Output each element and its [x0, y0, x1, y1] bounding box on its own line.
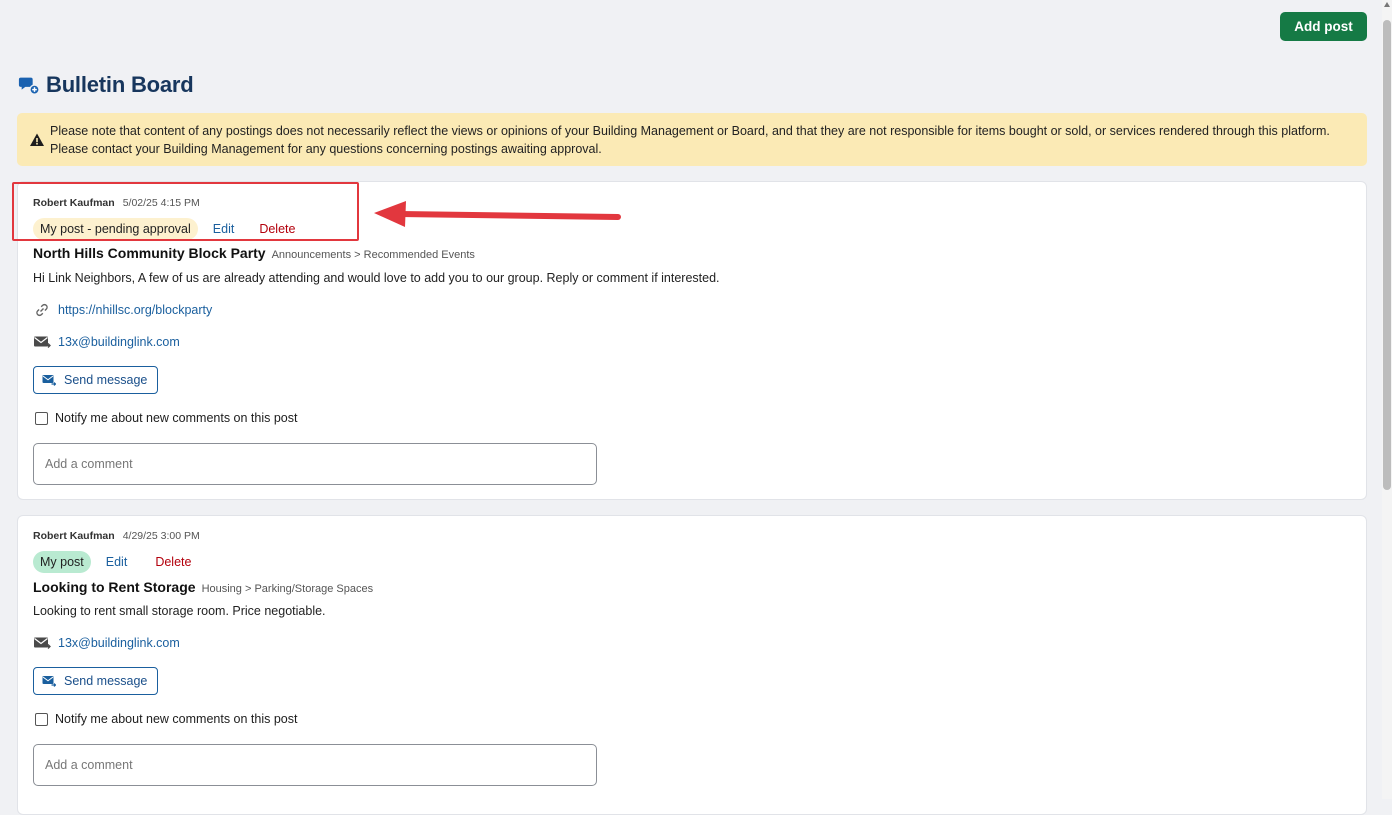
- add-post-button[interactable]: Add post: [1280, 12, 1367, 41]
- page: Add post Bulletin Board Please note that…: [0, 0, 1382, 815]
- email-icon: [34, 336, 51, 348]
- post-category: Announcements > Recommended Events: [271, 249, 475, 261]
- scroll-up-icon[interactable]: [1384, 2, 1390, 7]
- notify-checkbox[interactable]: [35, 712, 48, 726]
- send-message-icon: [42, 676, 56, 687]
- delete-link[interactable]: Delete: [155, 555, 191, 569]
- post-email[interactable]: 13x@buildinglink.com: [58, 335, 180, 349]
- notify-checkbox[interactable]: [35, 411, 48, 425]
- send-message-label: Send message: [64, 373, 148, 387]
- send-message-icon: [42, 375, 56, 386]
- comment-input[interactable]: [33, 443, 597, 485]
- post-category: Housing > Parking/Storage Spaces: [201, 583, 374, 595]
- notice-line-2: Please contact your Building Management …: [50, 141, 602, 156]
- post-title: Looking to Rent Storage: [33, 579, 196, 595]
- post-status-row: My post Edit Delete: [33, 551, 191, 573]
- post-email-row: 13x@buildinglink.com: [33, 333, 180, 351]
- post-title: North Hills Community Block Party: [33, 245, 266, 261]
- send-message-label: Send message: [64, 674, 148, 688]
- post-meta: Robert Kaufman 4/29/25 3:00 PM: [33, 530, 200, 542]
- post-body: Looking to rent small storage room. Pric…: [33, 604, 326, 618]
- notify-row: Notify me about new comments on this pos…: [35, 411, 297, 425]
- edit-link[interactable]: Edit: [106, 555, 128, 569]
- annotation-arrow-icon: [374, 201, 621, 227]
- post-author: Robert Kaufman: [33, 530, 115, 542]
- notice-text: Please note that content of any postings…: [50, 122, 1330, 158]
- post-title-row: North Hills Community Block Party Announ…: [33, 245, 475, 261]
- annotation-highlight-box: [12, 182, 359, 241]
- notify-row: Notify me about new comments on this pos…: [35, 712, 297, 726]
- chat-bubbles-icon: [18, 77, 40, 95]
- email-icon: [34, 637, 51, 649]
- page-scrollbar[interactable]: [1382, 0, 1392, 799]
- send-message-button[interactable]: Send message: [33, 366, 158, 394]
- post-card: Robert Kaufman 4/29/25 3:00 PM My post E…: [17, 515, 1367, 815]
- post-link[interactable]: https://nhillsc.org/blockparty: [58, 303, 212, 317]
- post-email-row: 13x@buildinglink.com: [33, 634, 180, 652]
- status-badge: My post: [33, 551, 91, 573]
- scrollbar-thumb[interactable]: [1383, 20, 1391, 490]
- post-title-row: Looking to Rent Storage Housing > Parkin…: [33, 579, 373, 595]
- page-title: Bulletin Board: [46, 72, 194, 97]
- post-body: Hi Link Neighbors, A few of us are alrea…: [33, 271, 720, 285]
- comment-input[interactable]: [33, 744, 597, 786]
- link-icon: [36, 303, 48, 317]
- disclaimer-notice: Please note that content of any postings…: [17, 113, 1367, 166]
- notify-label: Notify me about new comments on this pos…: [55, 411, 298, 425]
- post-date: 4/29/25 3:00 PM: [122, 530, 200, 542]
- warning-triangle-icon: [30, 133, 44, 146]
- notify-label: Notify me about new comments on this pos…: [55, 712, 298, 726]
- post-link-row: https://nhillsc.org/blockparty: [33, 301, 212, 319]
- send-message-button[interactable]: Send message: [33, 667, 158, 695]
- notice-line-1: Please note that content of any postings…: [50, 123, 1330, 138]
- post-email[interactable]: 13x@buildinglink.com: [58, 636, 180, 650]
- page-header: Bulletin Board: [18, 72, 194, 98]
